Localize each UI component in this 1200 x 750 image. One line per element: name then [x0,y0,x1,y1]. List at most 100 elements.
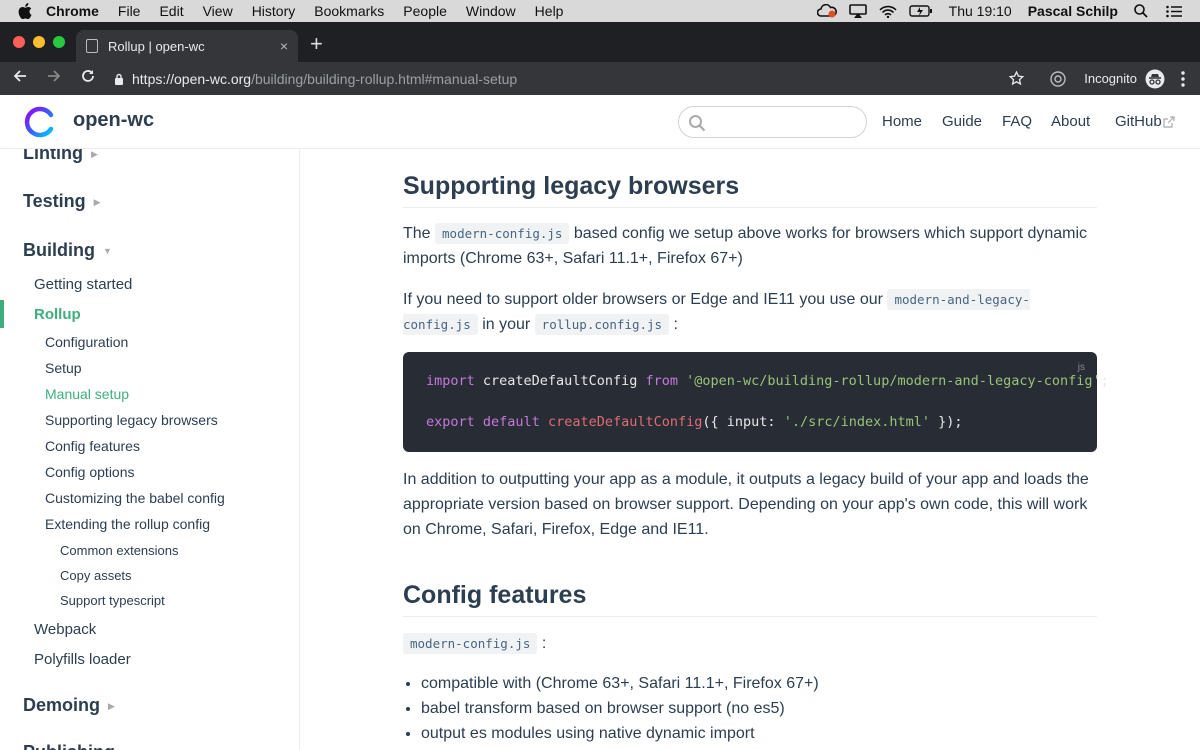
code-string: './src/index.html' [783,414,930,430]
text: The [403,225,431,242]
sidebar-group-testing[interactable]: Testing ▶ [23,191,101,212]
features-list: compatible with (Chrome 63+, Safari 11.1… [421,671,1101,746]
window-close-button[interactable] [13,36,25,48]
sidebar-item-webpack[interactable]: Webpack [34,621,96,638]
menu-file[interactable]: File [118,3,141,19]
menubar-user[interactable]: Pascal Schilp [1028,3,1118,19]
sidebar-item-polyfills-loader[interactable]: Polyfills loader [34,651,131,668]
url-host: https://open-wc.org [132,70,252,87]
wifi-icon[interactable] [879,5,897,18]
site-header: open-wc Home Guide FAQ About GitHub [0,95,1200,149]
sidebar-item-configuration[interactable]: Configuration [45,334,128,350]
nav-github[interactable]: GitHub [1115,113,1162,130]
sidebar-group-linting[interactable]: Linting ▶ [23,149,98,164]
sidebar: Linting ▶ Testing ▶ Building ▼ Getting star… [0,149,300,750]
page-favicon-icon [86,39,98,53]
new-tab-button[interactable]: + [310,31,323,57]
list-item: output es modules using native dynamic i… [421,721,1101,746]
nav-guide[interactable]: Guide [942,113,982,130]
heading-config-features: Config features [403,581,1097,617]
apple-icon[interactable] [18,3,32,19]
browser-tab-strip: Rollup | open-wc × + [0,22,1200,62]
nav-home[interactable]: Home [882,113,922,130]
paragraph-legacy-config: If you need to support older browsers or… [403,287,1103,337]
external-link-icon [1163,115,1175,132]
sidebar-item-config-features[interactable]: Config features [45,438,140,454]
reload-icon[interactable] [71,69,105,88]
code-keyword: import [426,373,475,389]
sidebar-item-copy-assets[interactable]: Copy assets [60,568,132,583]
code-punctuation: ({ input: [702,414,784,430]
sidebar-item-setup[interactable]: Setup [45,360,82,376]
forward-icon[interactable] [37,69,71,88]
menu-bookmarks[interactable]: Bookmarks [314,3,384,19]
notification-center-icon[interactable] [1166,5,1182,18]
code-line-1: import createDefaultConfig from '@open-w… [426,373,1109,389]
heading-supporting-legacy-browsers: Supporting legacy browsers [403,172,1097,208]
nav-faq[interactable]: FAQ [1002,113,1032,130]
menu-chrome[interactable]: Chrome [46,3,99,19]
window-minimize-button[interactable] [33,36,45,48]
sidebar-item-common-extensions[interactable]: Common extensions [60,543,179,558]
menubar-status-area: Thu 19:10 Pascal Schilp [805,0,1200,22]
arrow-right-icon: ▶ [93,196,101,207]
nav-about[interactable]: About [1051,113,1090,130]
menu-edit[interactable]: Edit [159,3,183,19]
incognito-icon[interactable] [1145,69,1165,89]
menubar-clock[interactable]: Thu 19:10 [949,3,1012,19]
main-content: Supporting legacy browsers The modern-co… [300,149,1200,750]
code-keyword: default [482,414,540,430]
lock-icon[interactable] [114,73,124,85]
sidebar-group-publishing[interactable]: Publishing [23,742,115,750]
sidebar-item-manual-setup[interactable]: Manual setup [45,386,129,402]
window-zoom-button[interactable] [53,36,65,48]
menu-view[interactable]: View [203,3,233,19]
sidebar-item-config-options[interactable]: Config options [45,464,135,480]
text: : [541,635,547,652]
text: If you need to support older browsers or… [403,291,883,308]
code-block[interactable]: js import createDefaultConfig from '@ope… [403,352,1109,452]
menu-window[interactable]: Window [466,3,516,19]
arrow-down-icon: ▼ [102,246,112,257]
bookmark-star-icon[interactable] [1009,71,1024,86]
inline-code: modern-config.js [403,633,538,654]
sidebar-item-support-typescript[interactable]: Support typescript [60,593,165,608]
list-item: babel transform based on browser support… [421,696,1101,721]
paragraph-features-intro: modern-config.js : [403,631,1103,656]
address-bar[interactable]: https://open-wc.org/building/building-ro… [104,65,1030,92]
sidebar-item-rollup[interactable]: Rollup [34,306,81,323]
incognito-label[interactable]: Incognito [1084,71,1137,86]
inline-code: modern-config.js [435,223,570,244]
airplay-icon[interactable] [848,4,867,18]
sidebar-group-label: Publishing [23,742,115,750]
code-string: '@open-wc/building-rollup/modern-and-leg… [686,373,1101,389]
browser-toolbar: https://open-wc.org/building/building-ro… [0,62,1200,95]
spotlight-search-icon[interactable] [1134,4,1148,18]
sidebar-group-label: Testing [23,191,86,211]
more-menu-icon[interactable] [1181,70,1185,87]
code-punctuation: ; [1100,373,1109,389]
paragraph-legacy-intro: The modern-config.js based config we set… [403,221,1103,271]
sidebar-group-demoing[interactable]: Demoing ▶ [23,695,115,716]
menu-people[interactable]: People [403,3,447,19]
code-identifier: createDefaultConfig [474,373,646,389]
menu-history[interactable]: History [252,3,296,19]
battery-icon[interactable] [908,5,933,17]
browser-tab[interactable]: Rollup | open-wc × [76,30,298,62]
sidebar-item-customizing-babel[interactable]: Customizing the babel config [45,490,225,506]
text: : [673,316,678,333]
creative-cloud-icon[interactable] [816,4,837,18]
sidebar-item-extending-rollup[interactable]: Extending the rollup config [45,516,210,532]
code-keyword: export [426,414,475,430]
menu-help[interactable]: Help [535,3,564,19]
tab-close-icon[interactable]: × [280,38,288,54]
list-item: compatible with (Chrome 63+, Safari 11.1… [421,671,1101,696]
text: in your [482,316,531,333]
extension-icon[interactable] [1050,70,1066,87]
sidebar-item-getting-started[interactable]: Getting started [34,276,132,293]
sidebar-group-building[interactable]: Building ▼ [23,240,112,261]
sidebar-item-supporting-legacy-browsers[interactable]: Supporting legacy browsers [45,412,218,428]
back-icon[interactable] [3,69,37,88]
paragraph-legacy-output: In addition to outputting your app as a … [403,471,1089,538]
